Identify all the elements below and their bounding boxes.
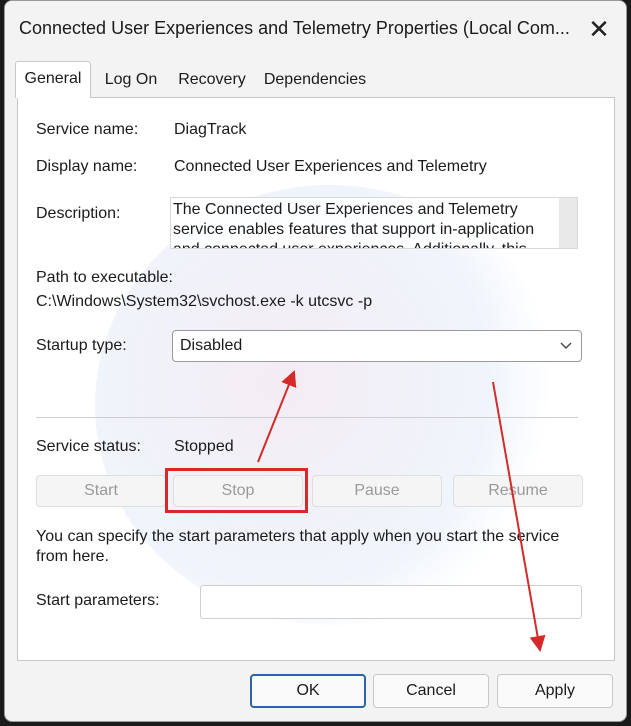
display-name-label: Display name: xyxy=(36,158,138,175)
resume-button[interactable]: Resume xyxy=(453,475,583,507)
description-scrollbar[interactable] xyxy=(559,198,577,248)
tab-recovery[interactable]: Recovery xyxy=(169,63,255,97)
startup-type-value: Disabled xyxy=(180,337,243,354)
path-value: C:\Windows\System32\svchost.exe -k utcsv… xyxy=(36,293,373,310)
description-label: Description: xyxy=(36,205,121,222)
service-status-value: Stopped xyxy=(174,438,234,455)
chevron-down-icon xyxy=(559,335,573,362)
service-name-value: DiagTrack xyxy=(174,121,247,138)
path-label: Path to executable: xyxy=(36,269,173,286)
stop-button[interactable]: Stop xyxy=(173,475,303,507)
description-text: The Connected User Experiences and Telem… xyxy=(173,201,535,248)
title-bar: Connected User Experiences and Telemetry… xyxy=(5,1,626,59)
start-params-input[interactable] xyxy=(200,585,582,619)
start-button[interactable]: Start xyxy=(36,475,166,507)
start-params-hint: You can specify the start parameters tha… xyxy=(36,528,560,565)
display-name-value: Connected User Experiences and Telemetry xyxy=(174,158,487,175)
tab-general[interactable]: General xyxy=(15,61,91,98)
tab-dependencies[interactable]: Dependencies xyxy=(257,63,373,97)
apply-button[interactable]: Apply xyxy=(497,674,613,708)
cancel-button[interactable]: Cancel xyxy=(373,674,489,708)
general-panel xyxy=(17,97,615,661)
description-box[interactable]: The Connected User Experiences and Telem… xyxy=(170,197,578,249)
startup-type-label: Startup type: xyxy=(36,337,127,354)
pause-button[interactable]: Pause xyxy=(312,475,442,507)
close-icon[interactable]: ✕ xyxy=(584,15,614,45)
section-divider xyxy=(36,417,578,418)
tab-log-on[interactable]: Log On xyxy=(95,63,167,97)
ok-button[interactable]: OK xyxy=(250,674,366,708)
start-params-label: Start parameters: xyxy=(36,592,160,609)
dialog-title: Connected User Experiences and Telemetry… xyxy=(19,18,570,38)
service-name-label: Service name: xyxy=(36,121,139,138)
startup-type-select[interactable]: Disabled xyxy=(172,330,582,362)
service-status-label: Service status: xyxy=(36,438,141,455)
